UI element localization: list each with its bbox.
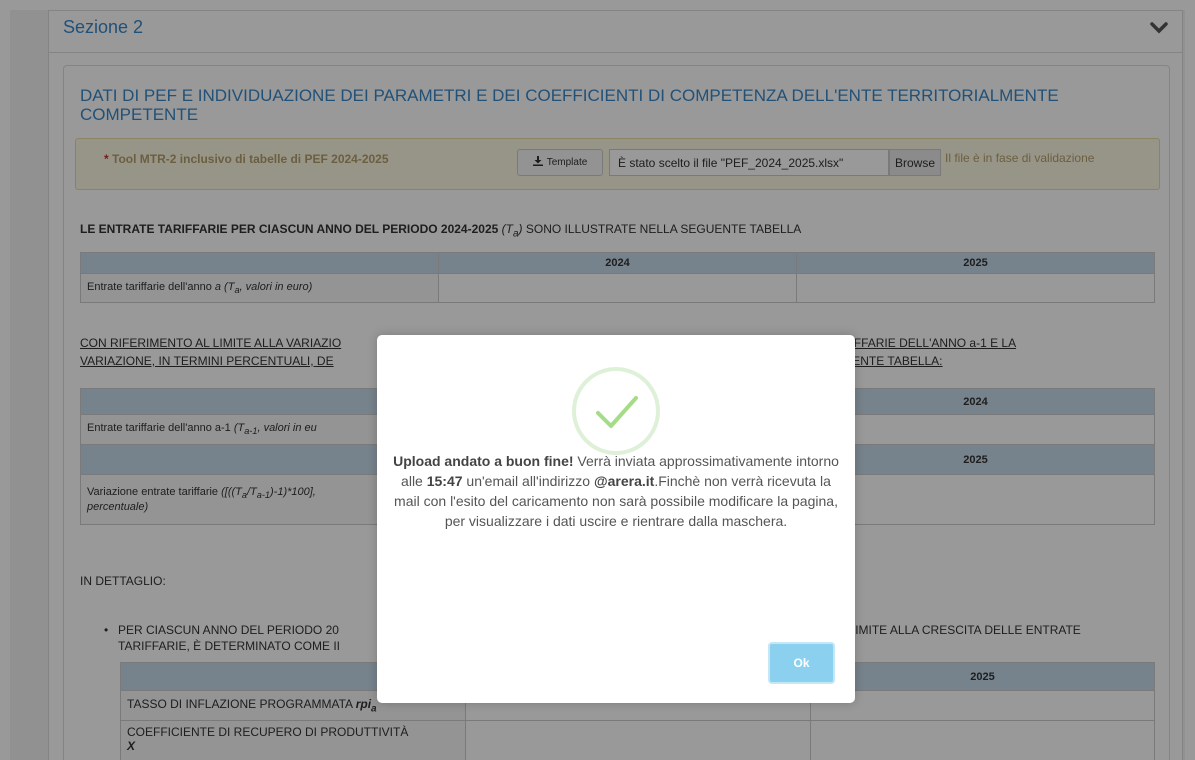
ok-button[interactable]: Ok: [768, 642, 835, 684]
success-dialog: Upload andato a buon fine! Verrà inviata…: [377, 335, 855, 703]
dialog-message: Upload andato a buon fine! Verrà inviata…: [393, 453, 839, 529]
success-check-icon: [572, 367, 660, 455]
